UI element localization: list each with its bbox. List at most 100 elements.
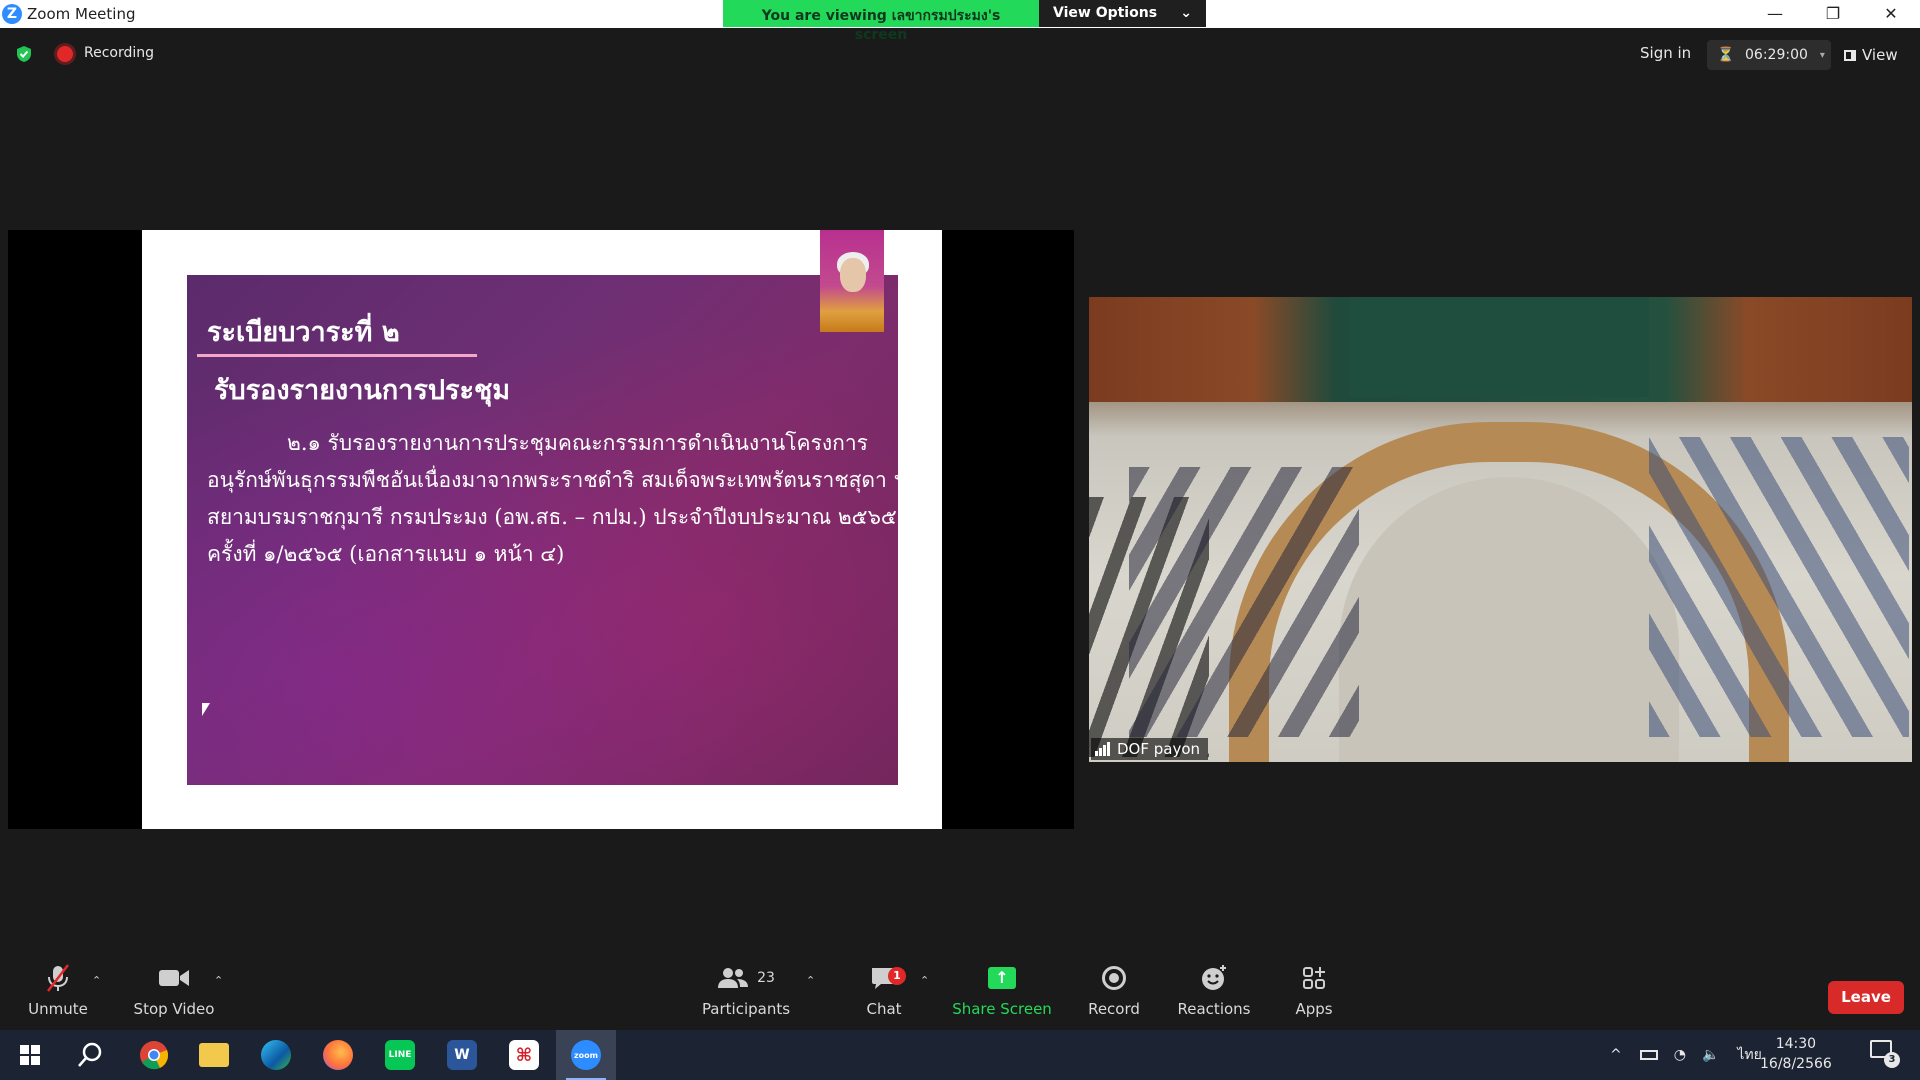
slide-body: ๒.๑ รับรองรายงานการประชุมคณะกรรมการดำเนิ… xyxy=(207,425,906,573)
record-label: Record xyxy=(1088,1000,1140,1018)
wifi-icon[interactable]: ◔ xyxy=(1674,1047,1686,1063)
apps-label: Apps xyxy=(1295,1000,1333,1018)
windows-logo-icon xyxy=(20,1045,40,1065)
taskbar-search-button[interactable] xyxy=(60,1030,120,1080)
battery-icon[interactable] xyxy=(1639,1050,1658,1060)
chevron-down-icon: ▾ xyxy=(1819,49,1825,61)
shared-screen-panel[interactable]: ระเบียบวาระที่ ๒ รับรองรายงานการประชุม ๒… xyxy=(8,230,1074,829)
chevron-down-icon: ⌄ xyxy=(1180,5,1192,21)
clock-date: 16/8/2566 xyxy=(1760,1056,1832,1072)
taskbar-clock[interactable]: 14:30 16/8/2566 xyxy=(1760,1034,1832,1074)
video-attendees-left xyxy=(1129,467,1359,737)
slide-divider xyxy=(197,354,477,357)
slide-body-line: ๒.๑ รับรองรายงานการประชุมคณะกรรมการดำเนิ… xyxy=(287,431,868,455)
chat-caret-icon[interactable]: ⌃ xyxy=(920,974,929,987)
reactions-label: Reactions xyxy=(1177,1000,1251,1018)
window-controls: — ❐ ✕ xyxy=(1746,0,1920,28)
windows-taskbar: LINE W ⌘ zoom ^ ◔ 🔈 ไทย xyxy=(0,1030,1920,1080)
acrobat-icon: ⌘ xyxy=(509,1040,539,1070)
hourglass-icon: ⏳ xyxy=(1717,47,1735,63)
participant-name-label: DOF payon xyxy=(1091,738,1209,760)
unmute-label: Unmute xyxy=(28,1000,88,1018)
slide-heading: ระเบียบวาระที่ ๒ xyxy=(207,317,400,348)
share-screen-button[interactable]: ↑ Share Screen xyxy=(952,960,1052,1030)
search-icon xyxy=(78,1042,102,1067)
taskbar-word[interactable]: W xyxy=(432,1030,492,1080)
window-title: Zoom Meeting xyxy=(27,5,136,23)
taskbar-acrobat[interactable]: ⌘ xyxy=(494,1030,554,1080)
edge-icon xyxy=(261,1040,291,1070)
chrome-icon xyxy=(140,1041,169,1070)
presentation-slide: ระเบียบวาระที่ ๒ รับรองรายงานการประชุม ๒… xyxy=(187,275,906,785)
apps-grid-icon xyxy=(1303,967,1325,989)
meeting-toolbar: Unmute ⌃ Stop Video ⌃ 23 Participants ⌃ xyxy=(0,960,1920,1030)
taskbar-file-explorer[interactable] xyxy=(184,1030,244,1080)
clock-time: 14:30 xyxy=(1775,1036,1817,1052)
stop-video-label: Stop Video xyxy=(133,1000,215,1018)
chat-label: Chat xyxy=(866,1000,902,1018)
video-camera-icon xyxy=(159,970,189,986)
participants-caret-icon[interactable]: ⌃ xyxy=(806,974,815,987)
taskbar-line[interactable]: LINE xyxy=(370,1030,430,1080)
smiley-reaction-icon xyxy=(1202,965,1226,990)
zoom-icon: zoom xyxy=(571,1040,601,1070)
slide-portrait-image xyxy=(820,230,884,332)
slide-body-line: ครั้งที่ ๑/๒๕๖๕ (เอกสารแนบ ๑ หน้า ๔) xyxy=(207,542,565,566)
view-layout-icon xyxy=(1844,49,1856,61)
sign-in-link[interactable]: Sign in xyxy=(1640,44,1691,62)
system-tray: ^ ◔ 🔈 ไทย xyxy=(1610,1030,1762,1080)
recording-label[interactable]: Recording xyxy=(84,45,154,61)
minimize-button[interactable]: — xyxy=(1746,0,1804,28)
notification-count: 3 xyxy=(1884,1052,1900,1068)
viewing-screen-label: You are viewing เลขากรมประมง's screen xyxy=(723,0,1039,43)
share-screen-icon: ↑ xyxy=(988,967,1016,989)
participant-name: DOF payon xyxy=(1117,740,1201,758)
recording-dot-icon[interactable] xyxy=(57,46,73,62)
view-options-label: View Options xyxy=(1053,5,1158,21)
taskbar-edge[interactable] xyxy=(246,1030,306,1080)
chat-button[interactable]: 1 Chat xyxy=(858,960,910,1030)
firefox-icon xyxy=(323,1040,353,1070)
participants-button[interactable]: 23 Participants xyxy=(700,960,792,1030)
zoom-logo-icon: Z xyxy=(2,4,22,24)
share-screen-label: Share Screen xyxy=(952,1000,1052,1018)
signal-strength-icon xyxy=(1095,742,1111,756)
participant-video-tile[interactable]: DOF payon xyxy=(1089,297,1912,762)
leave-button[interactable]: Leave xyxy=(1828,981,1904,1014)
audio-options-caret-icon[interactable]: ⌃ xyxy=(92,974,101,987)
video-board xyxy=(1349,297,1649,397)
security-shield-icon[interactable] xyxy=(15,45,33,63)
notification-center-button[interactable]: 3 xyxy=(1870,1040,1904,1070)
view-button[interactable]: View xyxy=(1844,42,1906,68)
tray-overflow-icon[interactable]: ^ xyxy=(1610,1047,1622,1063)
view-options-button[interactable]: View Options ⌄ xyxy=(1039,0,1206,27)
word-icon: W xyxy=(447,1040,477,1070)
participants-icon xyxy=(718,968,749,988)
input-language[interactable]: ไทย xyxy=(1737,1044,1761,1066)
meeting-timer[interactable]: ⏳ 06:29:00 ▾ xyxy=(1707,40,1831,70)
stop-video-button[interactable]: Stop Video xyxy=(132,960,216,1030)
taskbar-zoom[interactable]: zoom xyxy=(556,1030,616,1080)
apps-button[interactable]: Apps xyxy=(1294,960,1334,1030)
speaker-icon[interactable]: 🔈 xyxy=(1702,1047,1719,1063)
video-attendees-right xyxy=(1649,437,1909,737)
line-icon: LINE xyxy=(385,1040,415,1070)
record-button[interactable]: Record xyxy=(1084,960,1144,1030)
chat-unread-badge: 1 xyxy=(888,967,906,985)
taskbar-firefox[interactable] xyxy=(308,1030,368,1080)
screen-share-banner: You are viewing เลขากรมประมง's screen Vi… xyxy=(723,0,1206,43)
participants-count: 23 xyxy=(757,970,775,986)
reactions-button[interactable]: Reactions xyxy=(1176,960,1252,1030)
slide-subheading: รับรองรายงานการประชุม xyxy=(214,375,511,406)
unmute-button[interactable]: Unmute xyxy=(22,960,94,1030)
muted-microphone-icon xyxy=(47,964,69,992)
restore-button[interactable]: ❐ xyxy=(1804,0,1862,28)
video-options-caret-icon[interactable]: ⌃ xyxy=(214,974,223,987)
view-label: View xyxy=(1862,46,1898,64)
participants-label: Participants xyxy=(701,1000,791,1018)
taskbar-chrome[interactable] xyxy=(124,1030,184,1080)
slide-body-line: อนุรักษ์พันธุกรรมพืชอันเนื่องมาจากพระราช… xyxy=(207,468,906,492)
close-button[interactable]: ✕ xyxy=(1862,0,1920,28)
start-button[interactable] xyxy=(0,1030,60,1080)
mouse-cursor-icon xyxy=(202,703,210,716)
